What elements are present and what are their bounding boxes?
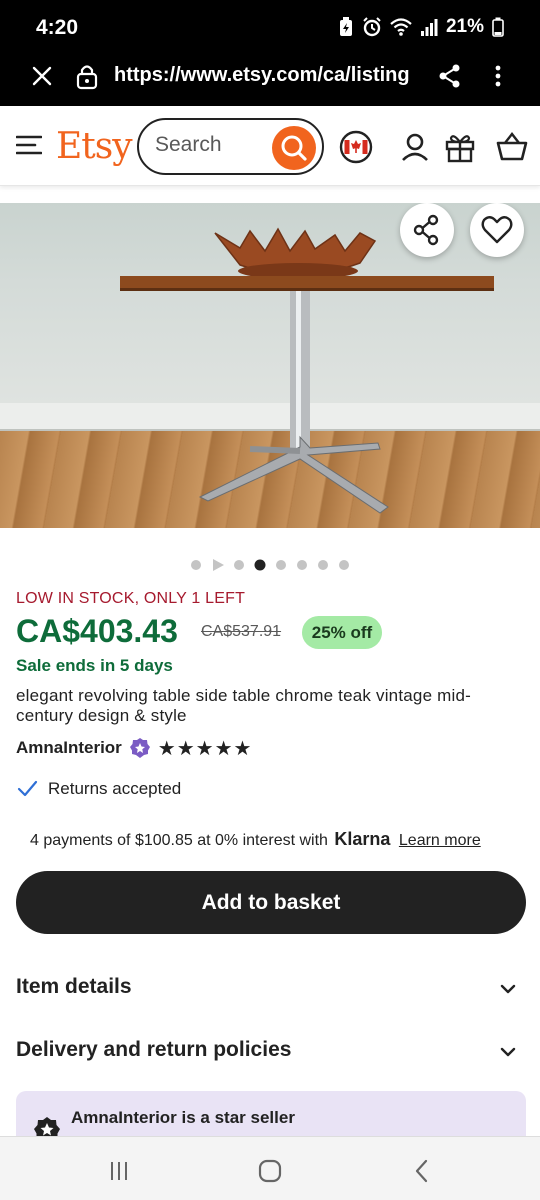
canada-flag-icon[interactable] [339,130,373,164]
site-header: Etsy [0,106,540,186]
klarna-logo: Klarna [334,829,391,849]
table-illustration [120,227,494,514]
basket-icon[interactable] [495,130,529,164]
carousel-dot[interactable] [297,560,307,570]
stock-notice: LOW IN STOCK, ONLY 1 LEFT [16,590,246,607]
search-icon [281,135,307,161]
status-bar: 4:20 21% [0,0,540,56]
url-text[interactable]: https://www.etsy.com/ca/listing [114,64,410,87]
search-box[interactable] [137,118,324,175]
search-button[interactable] [272,126,316,170]
system-nav-bar [0,1136,540,1200]
rating-stars[interactable]: ★★★★★ [158,736,253,761]
battery-icon [492,17,504,37]
etsy-logo[interactable]: Etsy [56,126,133,167]
share-icon [413,214,439,246]
search-input[interactable] [155,133,265,157]
browser-url-bar: https://www.etsy.com/ca/listing [0,56,540,106]
chevron-down-icon [500,984,516,994]
carousel-dot-active[interactable] [254,559,266,571]
delivery-policies-accordion[interactable]: Delivery and return policies [16,1038,526,1068]
shop-row: AmnaInterior ★★★★★ [16,736,253,761]
chevron-down-icon [500,1047,516,1057]
account-icon[interactable] [398,130,432,164]
video-play-icon[interactable] [213,559,224,571]
battery-percent: 21% [445,16,484,37]
more-options-icon[interactable] [484,62,512,90]
share-page-icon[interactable] [436,62,464,90]
alarm-icon [363,17,381,37]
recent-apps-icon[interactable] [105,1157,133,1185]
close-tab-icon[interactable] [28,62,56,90]
current-price: CA$403.43 [16,613,178,649]
original-price: CA$537.91 [201,623,282,640]
menu-icon[interactable] [16,134,42,156]
favorite-button[interactable] [470,203,524,257]
discount-badge: 25% off [302,616,382,649]
battery-saver-icon [339,17,352,36]
accordion-label: Item details [16,975,132,998]
status-time: 4:20 [36,16,79,39]
wifi-icon [390,18,412,36]
carousel-dot[interactable] [234,560,244,570]
learn-more-link[interactable]: Learn more [399,832,481,849]
gift-icon[interactable] [443,130,477,164]
klarna-row: 4 payments of $100.85 at 0% interest wit… [30,829,481,850]
carousel-dot[interactable] [339,560,349,570]
back-icon[interactable] [408,1157,436,1185]
item-details-accordion[interactable]: Item details [16,975,526,1005]
carousel-dot[interactable] [191,560,201,570]
listing-title: elegant revolving table side table chrom… [16,686,471,725]
shop-name-link[interactable]: AmnaInterior [16,738,122,758]
carousel-dot[interactable] [276,560,286,570]
status-icons: 21% [338,16,504,38]
returns-text: Returns accepted [48,779,182,798]
carousel-dot[interactable] [318,560,328,570]
share-button[interactable] [400,203,454,257]
klarna-text: 4 payments of $100.85 at 0% interest wit… [30,832,328,849]
lock-icon[interactable] [74,62,100,90]
add-to-basket-button[interactable]: Add to basket [16,871,526,934]
signal-icon [420,19,438,36]
heart-icon [481,216,513,244]
check-icon [17,780,38,797]
star-seller-text: AmnaInterior is a star seller [71,1108,295,1127]
accordion-label: Delivery and return policies [16,1038,292,1061]
star-seller-badge-icon [129,738,150,758]
sale-ends-text: Sale ends in 5 days [16,656,173,675]
home-icon[interactable] [256,1157,284,1185]
carousel-dots [0,557,540,573]
returns-row: Returns accepted [16,778,181,800]
product-image[interactable] [0,203,540,528]
